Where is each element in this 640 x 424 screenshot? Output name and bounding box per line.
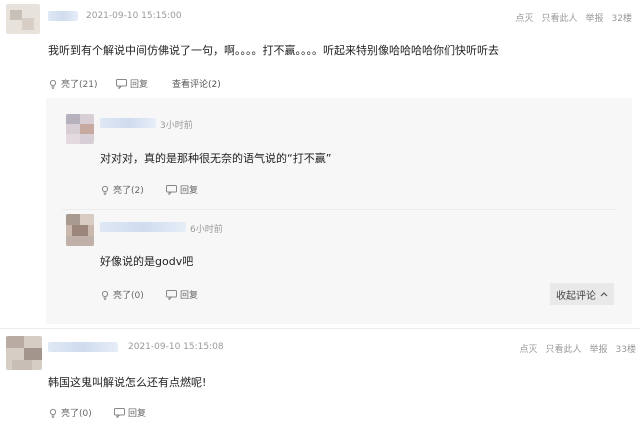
reply-button[interactable]: 回复: [116, 77, 148, 90]
post-time: 2021-09-10 15:15:08: [128, 342, 224, 352]
comment-actions-right: 点灭 只看此人 举报 33楼: [512, 342, 637, 355]
only-this-user-link[interactable]: 只看此人: [542, 14, 578, 24]
reply-text: 好像说的是godv吧: [100, 255, 194, 268]
reply-button[interactable]: 回复: [166, 183, 198, 196]
reply-icon: [166, 184, 177, 195]
reply-label: 回复: [130, 80, 149, 90]
floor-number: 33楼: [615, 345, 636, 355]
view-replies-button[interactable]: 查看评论(2): [172, 77, 221, 90]
like-label: 亮了(21): [61, 80, 98, 90]
report-link[interactable]: 举报: [586, 14, 604, 24]
like-label: 亮了(2): [113, 186, 144, 196]
collapse-label: 收起评论: [556, 290, 596, 302]
only-this-user-link[interactable]: 只看此人: [546, 345, 582, 355]
comment-divider: [0, 328, 640, 329]
chevron-up-icon: [600, 292, 608, 297]
like-icon: [49, 408, 57, 418]
dislike-link[interactable]: 点灭: [520, 345, 538, 355]
like-icon: [101, 185, 109, 195]
collapse-replies-button[interactable]: 收起评论: [550, 283, 614, 305]
like-label: 亮了(0): [61, 409, 92, 419]
username[interactable]: [48, 342, 118, 352]
comment-text: 我听到有个解说中间仿佛说了一句，啊。。。。打不赢。。。。听起来特别像哈哈哈哈你们…: [48, 44, 499, 57]
floor-number: 32楼: [611, 14, 632, 24]
like-button[interactable]: 亮了(21): [48, 77, 97, 90]
reply-text: 对对对，真的是那种很无奈的语气说的“打不赢”: [100, 152, 332, 165]
reply-icon: [114, 407, 125, 418]
reply-label: 回复: [128, 409, 147, 419]
reply-time: 6小时前: [190, 225, 223, 235]
reply-divider: [62, 209, 616, 210]
like-button[interactable]: 亮了(0): [48, 406, 92, 419]
reply-label: 回复: [180, 186, 199, 196]
username[interactable]: [100, 118, 156, 128]
reply-button[interactable]: 回复: [114, 406, 146, 419]
reply-button[interactable]: 回复: [166, 288, 198, 301]
like-icon: [49, 79, 57, 89]
like-button[interactable]: 亮了(0): [100, 288, 144, 301]
report-link[interactable]: 举报: [590, 345, 608, 355]
comment-actions-right: 点灭 只看此人 举报 32楼: [508, 11, 633, 24]
comment-text: 韩国这鬼叫解说怎么还有点燃呢!: [48, 376, 207, 389]
reply-label: 回复: [180, 291, 199, 301]
avatar[interactable]: [6, 336, 42, 370]
avatar[interactable]: [6, 4, 40, 34]
avatar[interactable]: [66, 214, 94, 246]
dislike-link[interactable]: 点灭: [516, 14, 534, 24]
like-label: 亮了(0): [113, 291, 144, 301]
username[interactable]: [48, 11, 78, 21]
view-replies-label: 查看评论(2): [172, 80, 221, 90]
like-button[interactable]: 亮了(2): [100, 183, 144, 196]
like-icon: [101, 290, 109, 300]
reply-icon: [166, 289, 177, 300]
username[interactable]: [100, 222, 186, 232]
reply-time: 3小时前: [160, 121, 193, 131]
reply-icon: [116, 78, 127, 89]
avatar[interactable]: [66, 114, 94, 144]
post-time: 2021-09-10 15:15:00: [86, 11, 182, 21]
